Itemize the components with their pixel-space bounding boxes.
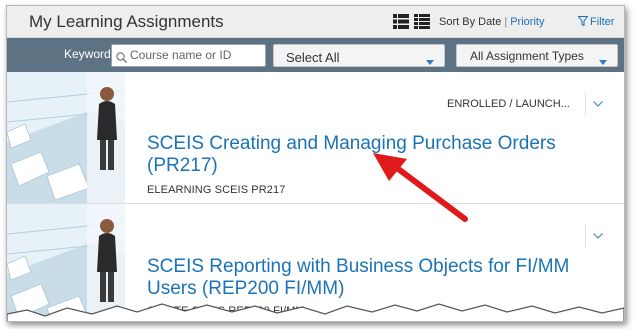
course-thumbnail-image [7, 72, 128, 203]
select-all-value: Select All [286, 50, 340, 65]
status-badge: ENROLLED / LAUNCH... [447, 98, 570, 110]
expand-toggle[interactable] [585, 225, 610, 247]
expand-toggle[interactable] [585, 93, 610, 115]
assignment-types-dropdown[interactable]: All Assignment Types [456, 44, 618, 67]
chevron-down-icon [593, 101, 603, 107]
search-box[interactable] [111, 44, 266, 67]
assignment-item: ENROLLED / LAUNCH... SCEIS Creating and … [7, 72, 624, 204]
keyword-label: Keyword [64, 47, 111, 61]
assignment-types-value: All Assignment Types [470, 49, 584, 63]
select-all-dropdown[interactable]: Select All [273, 44, 445, 67]
learning-assignments-panel: My Learning Assignments Sort By Date | Pri… [6, 5, 625, 322]
page-title: My Learning Assignments [29, 12, 224, 31]
course-title-line: SCEIS Reporting with Business Objects fo… [147, 256, 570, 277]
filter-label: Filter [590, 16, 615, 28]
detail-view-icon[interactable] [414, 14, 430, 29]
panel-header: My Learning Assignments Sort By Date | Pri… [7, 6, 624, 38]
torn-edge-decoration [7, 303, 624, 321]
search-input[interactable] [130, 47, 260, 63]
chevron-down-icon [426, 53, 434, 68]
filter-bar: Keyword Select All All Assignment Types [7, 38, 624, 72]
sort-priority-link[interactable]: Priority [510, 16, 544, 28]
filter-icon [577, 16, 589, 29]
course-code: ELEARNING SCEIS PR217 [147, 184, 286, 196]
chevron-down-icon [599, 53, 607, 68]
chevron-down-icon [593, 233, 603, 239]
list-view-icon[interactable] [393, 14, 409, 29]
sort-controls: Sort By Date | Priority [439, 16, 545, 28]
red-arrow-annotation [373, 153, 468, 222]
filter-button[interactable]: Filter [577, 16, 615, 29]
sort-by-date-label[interactable]: Sort By Date [439, 16, 501, 28]
search-icon [116, 50, 127, 68]
